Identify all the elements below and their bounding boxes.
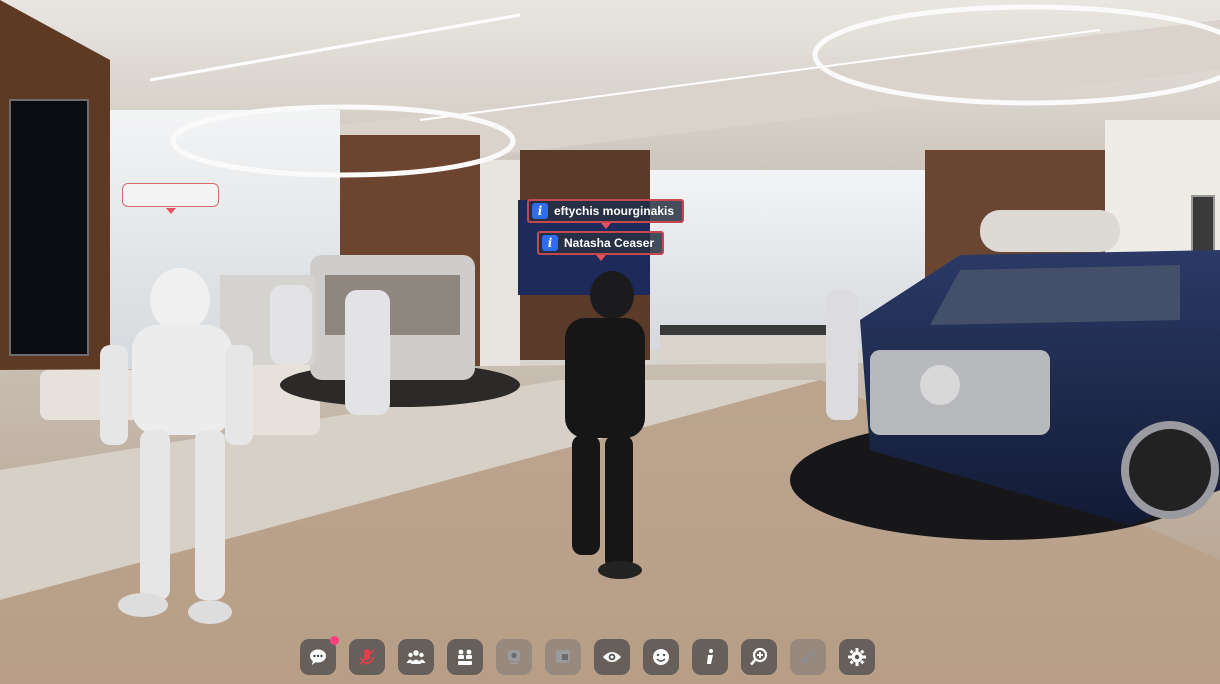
screen-share-button[interactable] [545, 639, 581, 675]
info-icon[interactable]: i [542, 235, 558, 251]
showroom-viewport[interactable]: i eftychis mourginakis i Natasha Ceaser [0, 0, 1220, 684]
location-pin-icon [600, 223, 611, 229]
microphone-muted-icon [359, 649, 375, 665]
info-icon [707, 649, 713, 664]
info-button[interactable] [692, 639, 728, 675]
participants-button[interactable] [398, 639, 434, 675]
view-button[interactable] [594, 639, 630, 675]
showroom-scene [0, 0, 1220, 684]
move-button[interactable] [790, 639, 826, 675]
notification-badge [330, 636, 339, 645]
info-icon[interactable]: i [532, 203, 548, 219]
breakout-button[interactable] [447, 639, 483, 675]
avatar-name-label: eftychis mourginakis [554, 204, 675, 218]
zoom-button[interactable] [741, 639, 777, 675]
location-pin-icon [165, 208, 176, 214]
zoom-in-icon [750, 647, 768, 666]
eye-icon [603, 652, 621, 662]
screen-share-icon [556, 650, 570, 663]
bottom-toolbar [300, 636, 888, 675]
people-swap-icon [458, 649, 472, 665]
people-group-icon [406, 650, 426, 664]
gear-icon [848, 648, 866, 666]
webcam-icon [508, 650, 520, 664]
microphone-button[interactable] [349, 639, 385, 675]
move-arrows-icon [801, 650, 815, 664]
smiley-icon [653, 649, 669, 665]
emote-button[interactable] [643, 639, 679, 675]
chat-bubble-icon [310, 649, 326, 665]
settings-button[interactable] [839, 639, 875, 675]
location-pin-icon [595, 255, 606, 261]
avatar-name-tag[interactable]: i eftychis mourginakis [527, 199, 685, 229]
chat-button[interactable] [300, 636, 339, 675]
avatar-name-label: Natasha Ceaser [564, 236, 655, 250]
avatar-name-tag[interactable]: i Natasha Ceaser [537, 231, 665, 261]
camera-button[interactable] [496, 639, 532, 675]
avatar-name-tag-empty [122, 183, 219, 214]
